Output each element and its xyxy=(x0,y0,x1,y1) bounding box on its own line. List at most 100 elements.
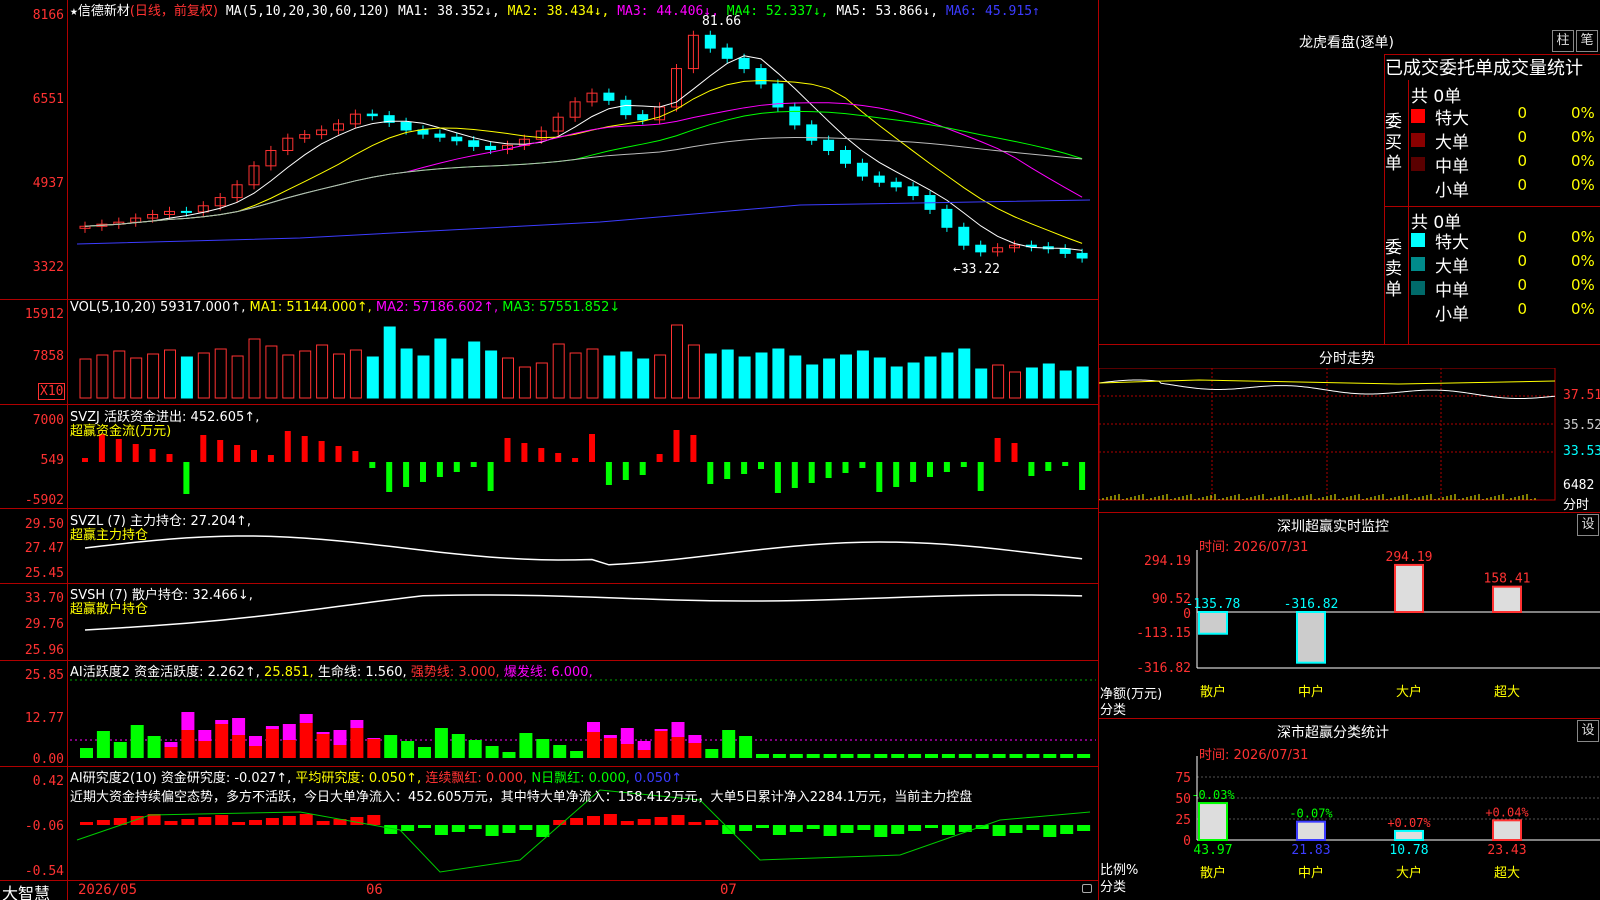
activity-bar xyxy=(536,739,550,758)
research-bar xyxy=(198,817,212,825)
volume-bar xyxy=(620,351,633,399)
candle-body xyxy=(1076,252,1088,259)
main-chart-area[interactable]: 8166 6551 4937 3322 ★信德新材(日线，前复权) MA(5,1… xyxy=(0,0,1098,900)
activity-bar xyxy=(316,734,330,758)
volume-bar xyxy=(316,344,329,399)
tick-view-button[interactable]: 笔 xyxy=(1576,30,1598,52)
volume-bar xyxy=(992,364,1005,399)
fund-flow-bar xyxy=(301,436,308,462)
monitor-bar xyxy=(1492,585,1522,613)
intraday-axis-label: 6482 xyxy=(1563,478,1595,493)
fund-flow-bar xyxy=(115,439,122,462)
fund-flow-bar xyxy=(436,462,443,477)
classify-axis-label: 50 xyxy=(1175,792,1191,807)
research-bar xyxy=(536,825,550,837)
activity-burst xyxy=(164,742,178,747)
activity-bar xyxy=(925,754,938,758)
fund-flow-bar xyxy=(504,438,511,462)
monitor-bar-value: 158.41 xyxy=(1484,572,1531,587)
candle-body xyxy=(890,181,902,188)
fund-flow-bar xyxy=(403,462,410,487)
activity-bar xyxy=(587,732,600,758)
candle-body xyxy=(468,140,480,147)
svsh-axis-label: 25.96 xyxy=(24,643,64,658)
candle-body xyxy=(637,114,649,121)
order-count: 0 xyxy=(1517,128,1527,146)
volume-bar xyxy=(856,350,869,399)
candle-body xyxy=(941,208,953,228)
research-bar xyxy=(806,825,820,829)
bar-view-button[interactable]: 柱 xyxy=(1552,30,1574,52)
ai-research-axis-label: -0.54 xyxy=(24,864,64,879)
research-bar xyxy=(789,825,803,832)
activity-bar xyxy=(654,731,668,758)
research-bar xyxy=(181,819,195,825)
sell-side-label: 委卖单 xyxy=(1385,238,1402,300)
order-pct: 0% xyxy=(1571,300,1595,318)
price-axis-label: 8166 xyxy=(32,8,64,23)
activity-bar xyxy=(806,754,820,758)
vol-unit-label: X10 xyxy=(38,383,66,400)
svzl-axis-label: 29.50 xyxy=(24,517,64,532)
volume-bar xyxy=(366,356,379,399)
activity-bar xyxy=(840,754,854,758)
candle-body xyxy=(873,175,885,183)
activity-bar xyxy=(401,741,415,758)
activity-bar xyxy=(739,736,753,758)
order-size-swatch xyxy=(1411,233,1425,247)
activity-burst xyxy=(620,728,634,744)
activity-bar xyxy=(96,731,110,758)
candle-body xyxy=(755,68,767,85)
research-bar xyxy=(772,825,786,835)
research-bar xyxy=(603,814,617,825)
activity-bar xyxy=(671,737,685,758)
fund-flow-bar xyxy=(267,455,274,462)
volume-bar xyxy=(231,355,244,399)
fund-flow-bar xyxy=(487,462,494,491)
activity-bar xyxy=(823,754,837,758)
ma1-line xyxy=(84,55,1083,251)
x-axis-label: 2026/05 xyxy=(78,882,138,898)
intraday-chart[interactable] xyxy=(1099,368,1600,510)
volume-bar xyxy=(1042,363,1055,399)
order-size-swatch xyxy=(1411,305,1425,319)
activity-bar xyxy=(113,742,127,758)
volume-bar xyxy=(941,352,954,399)
monitor-bar xyxy=(1394,563,1424,613)
lock-icon[interactable] xyxy=(1082,884,1092,893)
monitor-bar xyxy=(1198,611,1228,635)
activity-bar xyxy=(434,728,448,758)
fund-flow-bar xyxy=(470,462,477,467)
activity-bar xyxy=(637,750,651,758)
order-size-label: 小单 xyxy=(1435,305,1469,325)
svsh-axis-label: 33.70 xyxy=(24,591,64,606)
activity-bar xyxy=(958,754,972,758)
fund-flow-bar xyxy=(724,462,731,479)
classify-settings-button[interactable]: 设 xyxy=(1577,720,1599,742)
intraday-title: 分时走势 xyxy=(1319,351,1375,367)
research-bar xyxy=(823,825,837,836)
fund-flow-bar xyxy=(1079,462,1086,490)
volume-bar xyxy=(383,326,396,399)
activity-burst xyxy=(249,736,262,746)
fund-flow-bar xyxy=(690,435,697,462)
classify-bar xyxy=(1394,829,1424,842)
classify-category: 超大 xyxy=(1494,866,1520,881)
candle-body xyxy=(451,136,463,142)
activity-bar xyxy=(570,751,584,758)
intraday-axis-label: 分时 xyxy=(1563,498,1590,513)
candle-body xyxy=(180,210,192,213)
fund-flow-bar xyxy=(352,451,359,462)
volume-bar xyxy=(349,349,362,399)
order-size-label: 大单 xyxy=(1435,257,1469,277)
kline-chart[interactable] xyxy=(0,0,1098,900)
classify-chart: 75 50 25 0 -0.03% 43.97 散户 -0.07% 21.83 中户 +0.07% 1… xyxy=(1175,756,1600,881)
monitor-settings-button[interactable]: 设 xyxy=(1577,514,1599,536)
order-size-swatch xyxy=(1411,133,1425,147)
monitor-axis-label: 294.19 xyxy=(1144,554,1191,569)
activity-bar xyxy=(232,735,246,758)
buy-side-label: 委买单 xyxy=(1385,112,1402,174)
ai-research-axis-label: -0.06 xyxy=(24,819,64,834)
ma2-line xyxy=(84,79,1083,244)
activity-burst xyxy=(637,741,651,750)
